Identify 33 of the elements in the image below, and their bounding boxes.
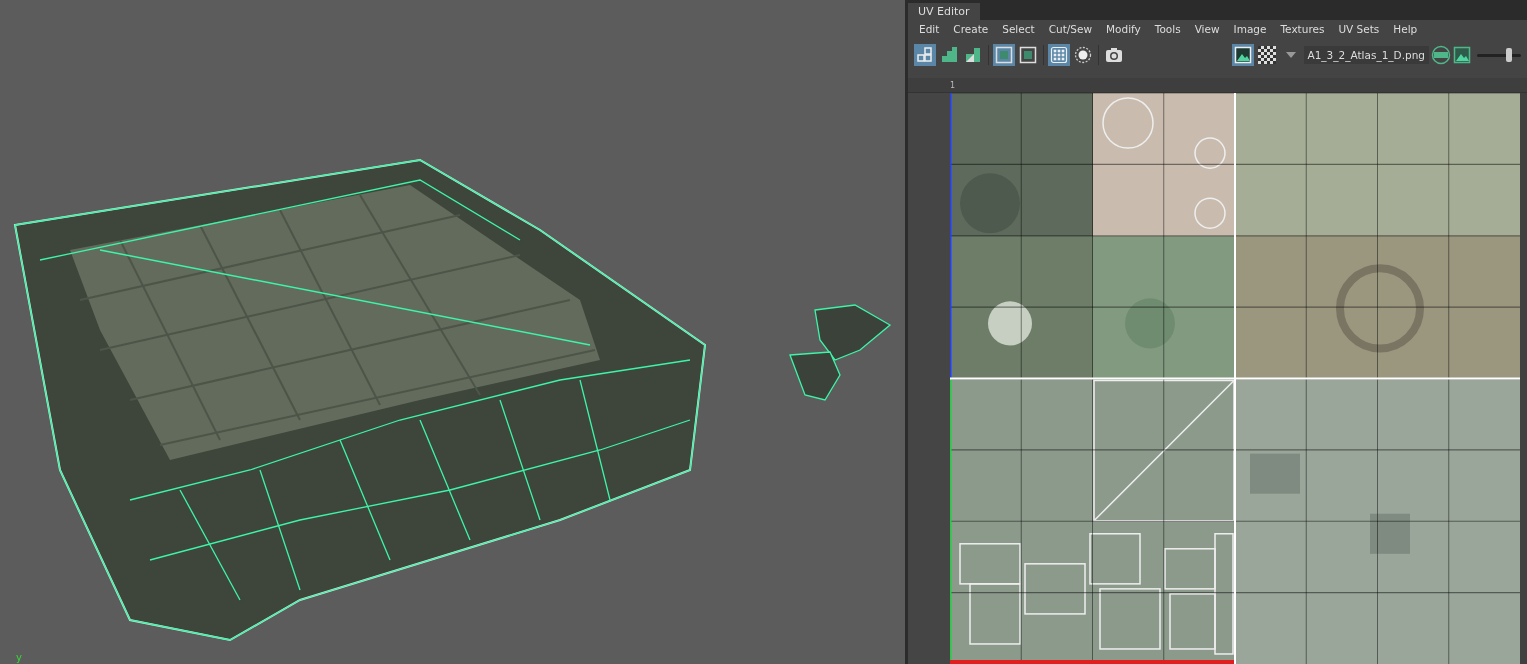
menu-item[interactable]: Modify: [1099, 23, 1148, 35]
menu-item[interactable]: Select: [995, 23, 1042, 35]
texture-name[interactable]: A1_3_2_Atlas_1_D.png: [1303, 46, 1429, 64]
image-icon: [1233, 46, 1252, 64]
frame-icon: [995, 46, 1013, 64]
checker-icon: [1257, 46, 1276, 64]
axis-label: y: [16, 652, 22, 664]
menu-item[interactable]: Edit: [912, 23, 947, 35]
menu-item[interactable]: Textures: [1273, 23, 1332, 35]
menu-item[interactable]: Help: [1386, 23, 1425, 35]
menu-item[interactable]: UV Sets: [1331, 23, 1387, 35]
circle-icon: [1074, 46, 1092, 64]
ruler-label: 1: [950, 81, 956, 90]
grid-icon: [1050, 46, 1068, 64]
rgb-channels-icon[interactable]: [1431, 45, 1451, 65]
menu-item[interactable]: View: [1187, 23, 1227, 35]
uv-shell-icon: [916, 46, 934, 64]
menu-item[interactable]: Cut/Sew: [1041, 23, 1099, 35]
menu-item[interactable]: Create: [946, 23, 996, 35]
toolbar-button[interactable]: [1017, 44, 1039, 66]
toolbar-button[interactable]: [1072, 44, 1094, 66]
toolbar-button[interactable]: [1255, 44, 1278, 66]
menu-item[interactable]: Image: [1226, 23, 1274, 35]
frame-icon: [1019, 46, 1037, 64]
caret-icon[interactable]: [1285, 52, 1296, 58]
panel-title-tab[interactable]: UV Editor: [908, 3, 980, 20]
3d-viewport[interactable]: y: [0, 0, 905, 664]
stairs-icon: [940, 46, 958, 64]
toolbar-button[interactable]: [1231, 44, 1254, 66]
camera-icon: [1105, 46, 1123, 64]
image-icon[interactable]: [1453, 46, 1471, 64]
exposure-slider[interactable]: [1477, 48, 1521, 62]
menu-item[interactable]: Tools: [1147, 23, 1188, 35]
